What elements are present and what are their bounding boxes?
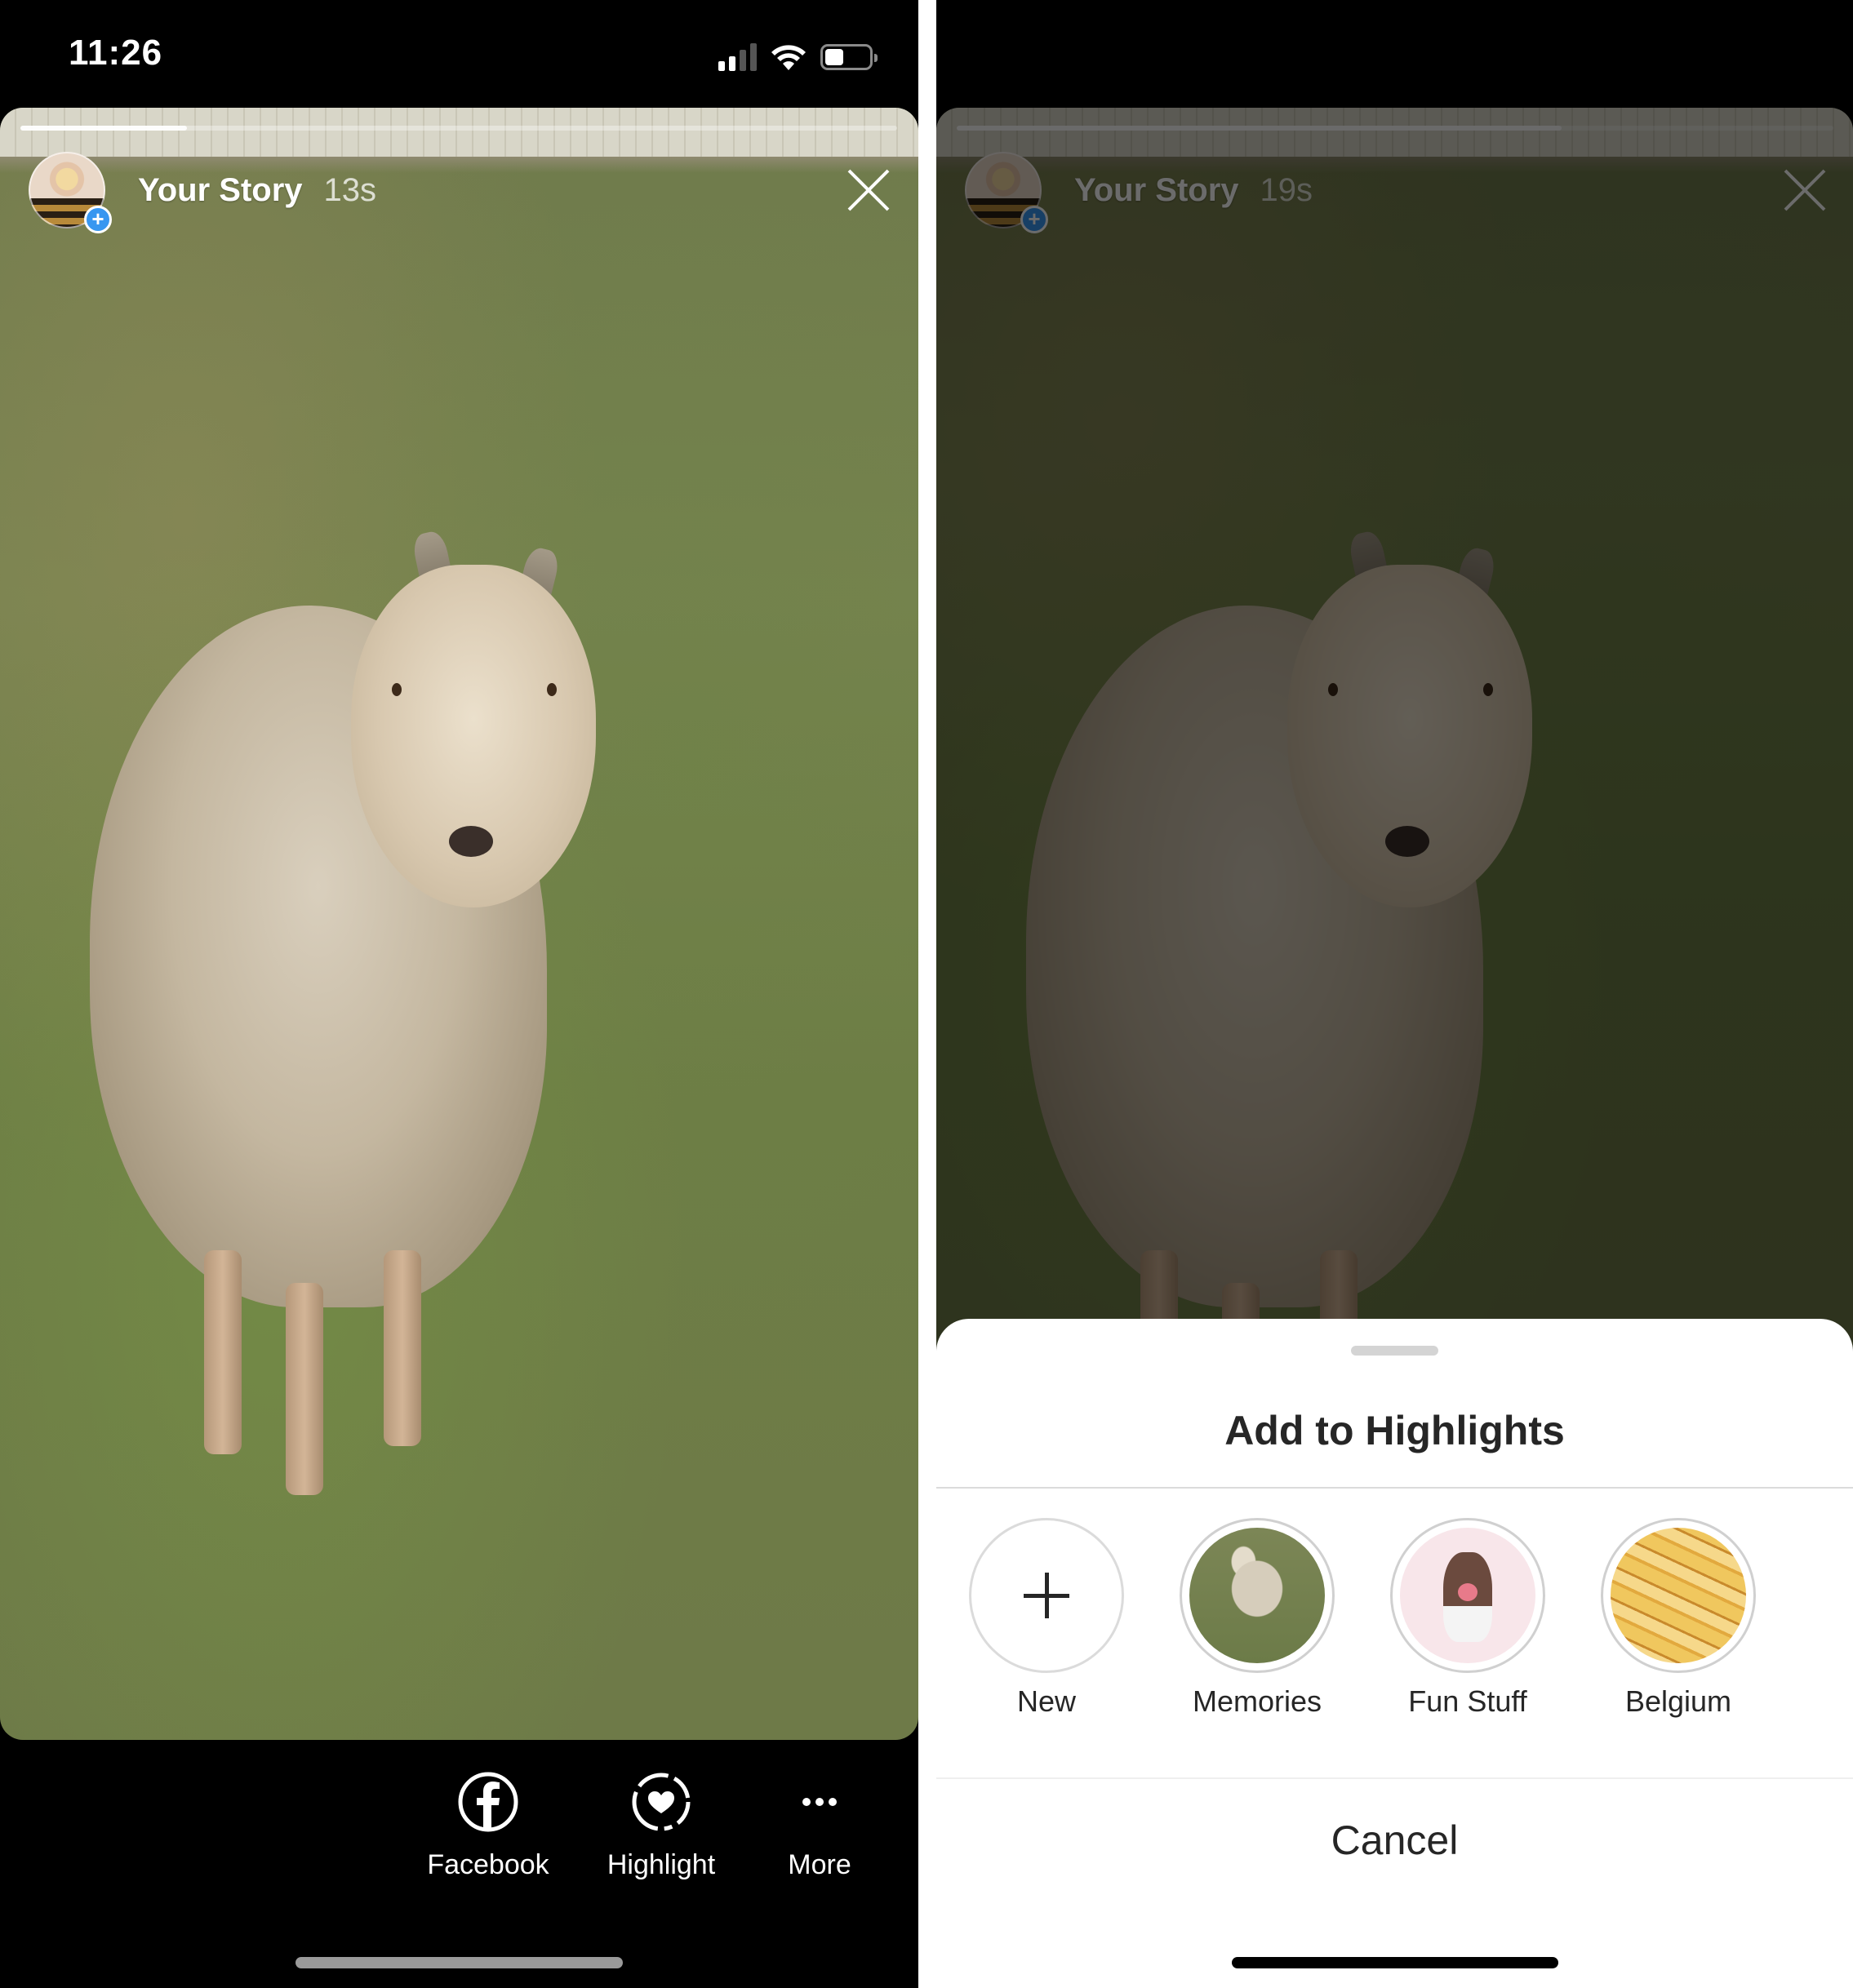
goat-subject (90, 516, 678, 1536)
story-photo[interactable] (0, 108, 918, 1740)
home-indicator[interactable] (296, 1957, 623, 1968)
highlight-button[interactable]: Highlight (580, 1771, 743, 1881)
add-story-badge[interactable]: + (1020, 206, 1048, 233)
divider (936, 1777, 1853, 1779)
story-viewer-screen: 11:26 + Your Story 13s Facebook Highligh… (0, 0, 918, 1988)
cellular-signal-icon (718, 43, 757, 71)
highlight-label: Fun Stuff (1408, 1684, 1527, 1718)
memories-thumbnail (1189, 1528, 1325, 1663)
more-label: More (788, 1849, 851, 1880)
fun-stuff-thumbnail (1400, 1528, 1535, 1663)
highlight-label: Belgium (1624, 1684, 1732, 1718)
close-icon[interactable] (1782, 167, 1828, 213)
story-action-bar: Facebook Highlight More (0, 1771, 918, 1910)
cancel-button[interactable]: Cancel (936, 1817, 1853, 1864)
story-age: 19s (1260, 171, 1313, 208)
close-icon[interactable] (846, 167, 891, 213)
facebook-label: Facebook (427, 1849, 549, 1880)
story-age: 13s (323, 171, 377, 208)
story-header: + Your Story 13s (29, 152, 377, 233)
highlight-belgium[interactable]: Belgium (1580, 1518, 1776, 1719)
sheet-drag-handle[interactable] (1351, 1346, 1438, 1356)
avatar[interactable]: + (29, 152, 112, 233)
divider (936, 1487, 1853, 1489)
facebook-icon (458, 1772, 518, 1832)
story-photo-dimmed[interactable] (936, 108, 1853, 1348)
highlight-heart-icon (632, 1773, 691, 1831)
story-progress-bar (957, 126, 1833, 131)
story-user-label[interactable]: Your Story (1074, 172, 1239, 209)
status-icons (718, 41, 878, 73)
story-progress-bar (20, 126, 897, 131)
add-story-badge[interactable]: + (84, 206, 112, 233)
goat-subject (1026, 516, 1614, 1348)
story-header: + Your Story 19s (965, 152, 1313, 233)
highlight-label: Memories (1192, 1684, 1322, 1718)
highlight-label: New (1016, 1684, 1077, 1718)
battery-icon (820, 44, 878, 70)
story-user-label[interactable]: Your Story (138, 172, 303, 209)
plus-icon (979, 1528, 1114, 1663)
highlight-label: Highlight (607, 1849, 716, 1880)
add-to-highlights-screen: + Your Story 19s Add to Highlights New M… (936, 0, 1853, 1988)
belgium-thumbnail (1611, 1528, 1746, 1663)
wifi-icon (771, 45, 806, 70)
avatar[interactable]: + (965, 152, 1048, 233)
sheet-title: Add to Highlights (1224, 1408, 1565, 1453)
status-time: 11:26 (69, 33, 163, 73)
home-indicator[interactable] (1232, 1957, 1558, 1968)
highlight-fun-stuff[interactable]: Fun Stuff (1370, 1518, 1566, 1719)
add-to-highlights-sheet: Add to Highlights New Memories Fun Stuff… (936, 1319, 1853, 1988)
more-dots-icon (802, 1798, 837, 1806)
highlight-memories[interactable]: Memories (1159, 1518, 1355, 1719)
more-button[interactable]: More (738, 1771, 901, 1881)
highlight-new[interactable]: New (949, 1518, 1144, 1719)
facebook-button[interactable]: Facebook (407, 1771, 570, 1881)
